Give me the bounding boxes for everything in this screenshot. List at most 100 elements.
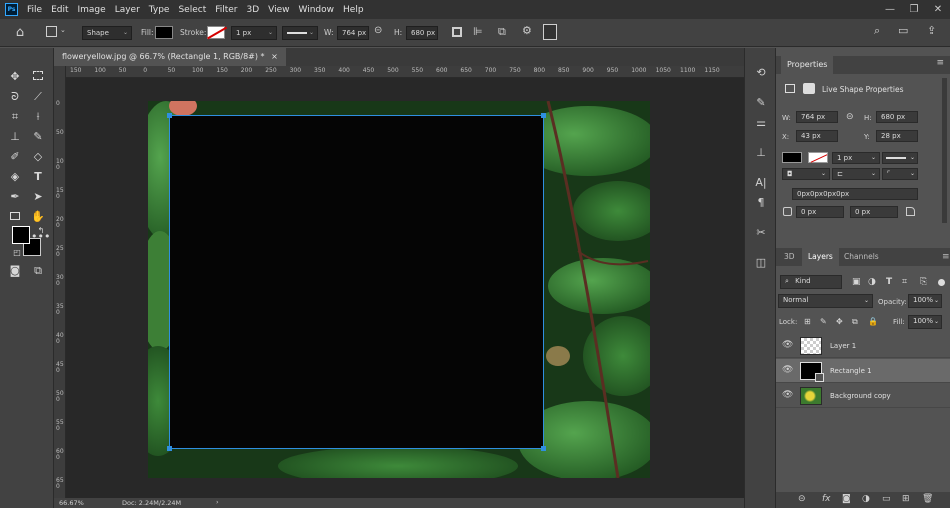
tab-properties[interactable]: Properties [781,56,834,74]
menu-edit[interactable]: Edit [51,5,68,15]
move-tool-icon[interactable]: ✥ [8,70,22,84]
corner-radius-top-left[interactable]: 0 px [796,206,844,218]
tab-3d[interactable]: 3D [778,248,801,266]
gear-icon[interactable]: ⚙ [522,24,532,37]
width-field[interactable]: 764 px [337,26,369,40]
foreground-color-swatch[interactable] [12,226,30,244]
rectangle-tool-icon[interactable] [8,210,22,224]
lock-position-icon[interactable]: ✥ [836,317,843,326]
link-icon[interactable]: ⊝ [846,112,854,122]
layer-mask-icon[interactable]: ◙ [842,494,851,504]
transform-handle[interactable] [167,446,172,451]
quick-mask-icon[interactable]: ◙ [8,264,22,278]
workspace-icon[interactable]: ▭ [898,24,908,37]
stroke-type-select[interactable]: ⌄ [282,26,318,40]
type-filter-icon[interactable]: T [886,277,892,287]
stroke-width-field[interactable]: 1 px ⌄ [832,152,880,164]
width-field[interactable]: 764 px [796,111,838,123]
filter-kind-select[interactable]: ⌕ Kind [780,275,842,289]
close-button[interactable]: ✕ [926,4,950,15]
hand-tool-icon[interactable]: ✋ [31,210,45,224]
close-tab-icon[interactable]: × [271,52,278,61]
character-icon[interactable]: A| [754,176,768,190]
marquee-tool-icon[interactable] [31,70,45,84]
visibility-eye-icon[interactable]: 👁 [782,390,793,400]
fx-icon[interactable]: fx [822,494,831,504]
path-alignment-icon[interactable]: ⊫ [473,25,483,38]
lock-all-icon[interactable]: 🔒 [868,317,878,326]
rectangle-tool-preset-icon[interactable] [46,26,57,37]
paragraph-icon[interactable]: ¶ [754,196,768,210]
eyedropper-tool-icon[interactable]: ⟊ [31,110,45,124]
fill-swatch[interactable] [155,26,173,39]
menu-3d[interactable]: 3D [247,5,260,15]
menu-help[interactable]: Help [343,5,364,15]
swap-colors-icon[interactable]: ↰ [34,224,48,238]
search-icon[interactable]: ⌕ [874,24,880,38]
menu-layer[interactable]: Layer [115,5,140,15]
shape-mode-select[interactable]: Shape ⌄ [82,26,132,40]
stroke-align-select[interactable]: ◘ ⌄ [782,168,830,180]
stroke-width-field[interactable]: 1 px ⌄ [231,26,277,40]
clone-source-icon[interactable]: ⊥ [754,146,768,160]
tab-layers[interactable]: Layers [802,248,839,266]
corner-radius-top-right[interactable]: 0 px [850,206,898,218]
fill-field[interactable]: 100% ⌄ [908,315,942,329]
status-menu-icon[interactable]: › [216,498,219,506]
stroke-swatch[interactable] [207,26,227,39]
document-tab[interactable]: floweryellow.jpg @ 66.7% (Rectangle 1, R… [54,48,286,66]
tools-icon[interactable]: ✂ [754,226,768,240]
crop-tool-icon[interactable]: ⌗ [8,110,22,124]
transform-handle[interactable] [541,446,546,451]
new-layer-icon[interactable]: ⊞ [902,494,910,504]
height-field[interactable]: 680 px [876,111,918,123]
type-tool-icon[interactable]: T [31,170,45,184]
lock-artboard-icon[interactable]: ⧉ [852,317,858,327]
magic-wand-tool-icon[interactable]: ⟋ [31,90,45,104]
menu-view[interactable]: View [268,5,289,15]
x-field[interactable]: 43 px [796,130,838,142]
zoom-level[interactable]: 66.67% [59,499,84,507]
eraser-tool-icon[interactable]: ◇ [31,150,45,164]
opacity-field[interactable]: 100% ⌄ [908,294,942,308]
horizontal-ruler[interactable]: 150 100 50 0 50 100 150 200 250 300 350 400 450 500 55… [66,66,744,78]
height-field[interactable]: 680 px [406,26,438,40]
visibility-eye-icon[interactable]: 👁 [782,365,793,375]
minimize-button[interactable]: — [878,4,902,15]
layer-row-background-copy[interactable]: 👁 Background copy [776,384,950,408]
tab-channels[interactable]: Channels [838,248,885,266]
share-icon[interactable]: ⇪ [927,24,936,37]
link-icon[interactable]: ⊝ [374,25,382,36]
vertical-ruler[interactable]: 0 50 100 150 200 250 300 350 400 450 500 550 600 650 [54,66,66,498]
lasso-tool-icon[interactable]: ᘐ [8,90,22,104]
menu-window[interactable]: Window [299,5,335,15]
y-field[interactable]: 28 px [876,130,918,142]
path-arrangement-icon[interactable]: ⧉ [498,25,506,39]
path-operations-icon[interactable] [452,27,462,37]
default-colors-icon[interactable]: ◰ [10,246,24,260]
filter-toggle[interactable] [938,279,945,286]
link-layers-icon[interactable]: ⊝ [798,494,806,504]
lock-image-icon[interactable]: ✎ [820,317,827,326]
smart-object-filter-icon[interactable]: ⎘ [920,277,927,287]
adjustment-filter-icon[interactable]: ◑ [868,277,876,287]
menu-filter[interactable]: Filter [215,5,237,15]
stroke-caps-select[interactable]: ⊏ ⌄ [832,168,880,180]
menu-select[interactable]: Select [178,5,206,15]
layer-row-rectangle-1[interactable]: 👁 Rectangle 1 [776,359,950,383]
paint-bucket-icon[interactable]: ◈ [8,170,22,184]
screen-mode-icon[interactable]: ⧉ [31,264,45,278]
maximize-button[interactable]: ❐ [902,4,926,15]
transform-handle[interactable] [167,113,172,118]
home-icon[interactable]: ⌂ [12,25,28,40]
menu-file[interactable]: File [27,5,42,15]
export-icon[interactable]: ◫ [754,256,768,270]
shape-filter-icon[interactable]: ⌗ [902,277,907,287]
panel-menu-icon[interactable]: ≡ [936,248,950,266]
adjustments-icon[interactable]: ⚌ [754,116,768,130]
history-brush-icon[interactable]: ✐ [8,150,22,164]
align-edges-icon[interactable] [543,24,557,40]
group-icon[interactable]: ▭ [882,494,891,504]
transform-handle[interactable] [541,113,546,118]
trash-icon[interactable]: 🗑 [922,494,933,504]
